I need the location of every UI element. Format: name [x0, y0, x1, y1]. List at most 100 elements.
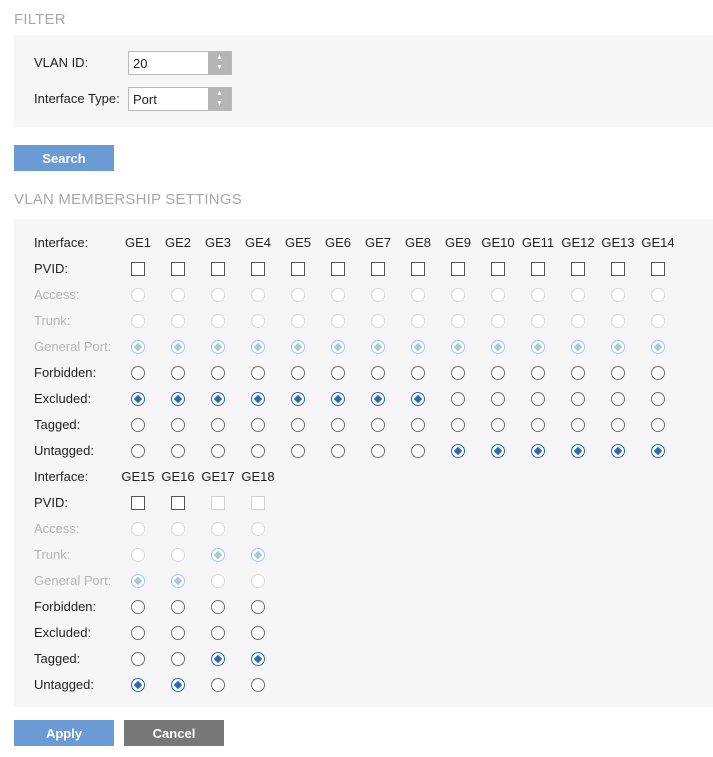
forbidden-radio-ge17[interactable]	[211, 600, 225, 614]
pvid-checkbox-ge7[interactable]	[371, 262, 385, 276]
search-button[interactable]: Search	[14, 145, 114, 171]
excluded-radio-ge12[interactable]	[571, 392, 585, 406]
untagged-radio-ge14[interactable]	[651, 444, 665, 458]
tagged-radio-ge17[interactable]	[211, 652, 225, 666]
tagged-radio-ge8[interactable]	[411, 418, 425, 432]
tagged-radio-ge3[interactable]	[211, 418, 225, 432]
pvid-checkbox-ge5[interactable]	[291, 262, 305, 276]
forbidden-radio-ge15[interactable]	[131, 600, 145, 614]
pvid-checkbox-ge16[interactable]	[171, 496, 185, 510]
tagged-radio-ge11[interactable]	[531, 418, 545, 432]
excluded-radio-ge15[interactable]	[131, 626, 145, 640]
excluded-radio-ge13[interactable]	[611, 392, 625, 406]
excluded-radio-ge4[interactable]	[251, 392, 265, 406]
pvid-checkbox-ge1[interactable]	[131, 262, 145, 276]
untagged-radio-ge16[interactable]	[171, 678, 185, 692]
tagged-radio-ge9[interactable]	[451, 418, 465, 432]
forbidden-radio-ge1[interactable]	[131, 366, 145, 380]
untagged-radio-ge13[interactable]	[611, 444, 625, 458]
untagged-radio-ge18[interactable]	[251, 678, 265, 692]
interface-type-select[interactable]: Port ▲ ▼	[128, 87, 232, 111]
general-radio-ge14	[651, 340, 665, 354]
vlan-id-spinner-icon[interactable]: ▲ ▼	[208, 52, 231, 74]
untagged-radio-ge9[interactable]	[451, 444, 465, 458]
pvid-checkbox-ge14[interactable]	[651, 262, 665, 276]
interface-type-spinner-icon[interactable]: ▲ ▼	[208, 88, 231, 110]
untagged-radio-ge8[interactable]	[411, 444, 425, 458]
pvid-checkbox-ge6[interactable]	[331, 262, 345, 276]
tagged-radio-ge7[interactable]	[371, 418, 385, 432]
forbidden-radio-ge14[interactable]	[651, 366, 665, 380]
excluded-radio-ge7[interactable]	[371, 392, 385, 406]
forbidden-radio-ge5[interactable]	[291, 366, 305, 380]
forbidden-radio-ge18[interactable]	[251, 600, 265, 614]
excluded-radio-ge5[interactable]	[291, 392, 305, 406]
tagged-radio-ge10[interactable]	[491, 418, 505, 432]
tagged-radio-ge14[interactable]	[651, 418, 665, 432]
untagged-radio-ge12[interactable]	[571, 444, 585, 458]
trunk-radio-ge18	[251, 548, 265, 562]
forbidden-radio-ge13[interactable]	[611, 366, 625, 380]
excluded-radio-ge8[interactable]	[411, 392, 425, 406]
filter-panel: VLAN ID: 20 ▲ ▼ Interface Type: Port ▲ ▼	[14, 35, 713, 127]
row-label-forbidden: Forbidden:	[34, 599, 97, 614]
pvid-checkbox-ge9[interactable]	[451, 262, 465, 276]
untagged-radio-ge11[interactable]	[531, 444, 545, 458]
forbidden-radio-ge12[interactable]	[571, 366, 585, 380]
excluded-radio-ge11[interactable]	[531, 392, 545, 406]
untagged-radio-ge5[interactable]	[291, 444, 305, 458]
forbidden-radio-ge10[interactable]	[491, 366, 505, 380]
excluded-radio-ge6[interactable]	[331, 392, 345, 406]
untagged-radio-ge17[interactable]	[211, 678, 225, 692]
tagged-radio-ge2[interactable]	[171, 418, 185, 432]
untagged-radio-ge3[interactable]	[211, 444, 225, 458]
pvid-checkbox-ge4[interactable]	[251, 262, 265, 276]
excluded-radio-ge9[interactable]	[451, 392, 465, 406]
tagged-radio-ge15[interactable]	[131, 652, 145, 666]
untagged-radio-ge1[interactable]	[131, 444, 145, 458]
tagged-radio-ge12[interactable]	[571, 418, 585, 432]
pvid-checkbox-ge12[interactable]	[571, 262, 585, 276]
untagged-radio-ge4[interactable]	[251, 444, 265, 458]
forbidden-radio-ge16[interactable]	[171, 600, 185, 614]
pvid-checkbox-ge2[interactable]	[171, 262, 185, 276]
forbidden-radio-ge4[interactable]	[251, 366, 265, 380]
tagged-radio-ge6[interactable]	[331, 418, 345, 432]
excluded-radio-ge3[interactable]	[211, 392, 225, 406]
forbidden-radio-ge7[interactable]	[371, 366, 385, 380]
forbidden-radio-ge2[interactable]	[171, 366, 185, 380]
tagged-radio-ge13[interactable]	[611, 418, 625, 432]
cancel-button[interactable]: Cancel	[124, 720, 224, 746]
tagged-radio-ge5[interactable]	[291, 418, 305, 432]
excluded-radio-ge17[interactable]	[211, 626, 225, 640]
tagged-radio-ge18[interactable]	[251, 652, 265, 666]
interface-header-label: Interface:	[34, 469, 89, 484]
excluded-radio-ge2[interactable]	[171, 392, 185, 406]
untagged-radio-ge7[interactable]	[371, 444, 385, 458]
apply-button[interactable]: Apply	[14, 720, 114, 746]
excluded-radio-ge16[interactable]	[171, 626, 185, 640]
forbidden-radio-ge8[interactable]	[411, 366, 425, 380]
untagged-radio-ge10[interactable]	[491, 444, 505, 458]
forbidden-radio-ge9[interactable]	[451, 366, 465, 380]
forbidden-radio-ge3[interactable]	[211, 366, 225, 380]
excluded-radio-ge14[interactable]	[651, 392, 665, 406]
pvid-checkbox-ge15[interactable]	[131, 496, 145, 510]
forbidden-radio-ge6[interactable]	[331, 366, 345, 380]
untagged-radio-ge6[interactable]	[331, 444, 345, 458]
pvid-checkbox-ge8[interactable]	[411, 262, 425, 276]
pvid-checkbox-ge11[interactable]	[531, 262, 545, 276]
pvid-checkbox-ge10[interactable]	[491, 262, 505, 276]
pvid-checkbox-ge13[interactable]	[611, 262, 625, 276]
excluded-radio-ge18[interactable]	[251, 626, 265, 640]
pvid-checkbox-ge3[interactable]	[211, 262, 225, 276]
forbidden-radio-ge11[interactable]	[531, 366, 545, 380]
vlan-id-select[interactable]: 20 ▲ ▼	[128, 51, 232, 75]
excluded-radio-ge1[interactable]	[131, 392, 145, 406]
tagged-radio-ge1[interactable]	[131, 418, 145, 432]
untagged-radio-ge15[interactable]	[131, 678, 145, 692]
tagged-radio-ge4[interactable]	[251, 418, 265, 432]
tagged-radio-ge16[interactable]	[171, 652, 185, 666]
excluded-radio-ge10[interactable]	[491, 392, 505, 406]
untagged-radio-ge2[interactable]	[171, 444, 185, 458]
